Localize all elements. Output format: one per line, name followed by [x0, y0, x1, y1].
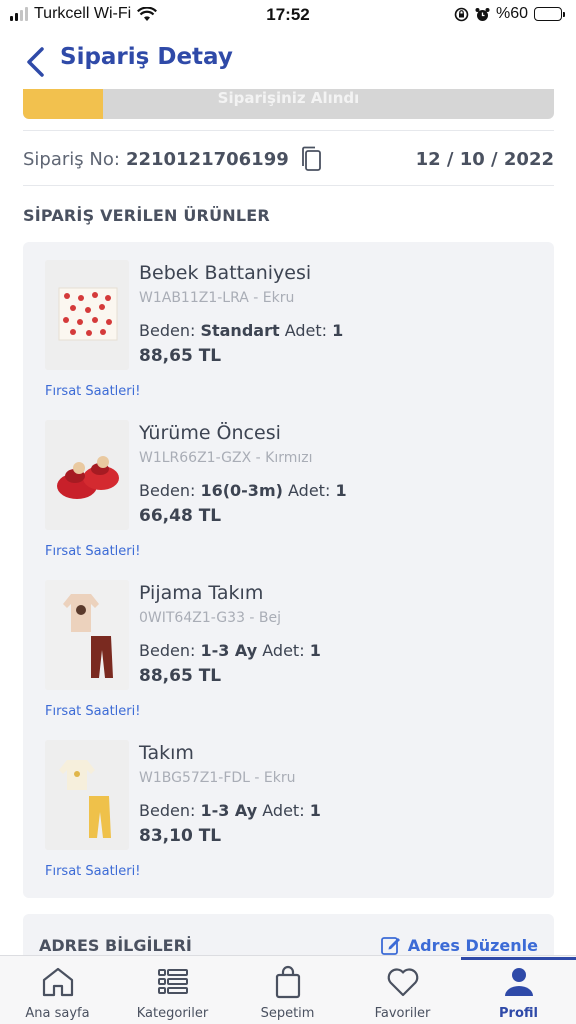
tab-label: Kategoriler: [136, 1006, 209, 1021]
tab-favorites[interactable]: Favoriler: [345, 964, 460, 1024]
size-value: 1-3 Ay: [200, 801, 258, 820]
strawberry-blanket-image[interactable]: [45, 260, 129, 370]
divider: [23, 130, 554, 131]
order-progress-bar: Siparişiniz Alındı: [23, 89, 554, 119]
product-name: Bebek Battaniyesi: [139, 262, 312, 284]
size-label: Beden:: [139, 641, 196, 660]
bag-icon: [275, 965, 300, 999]
back-chevron-icon[interactable]: [24, 46, 48, 78]
tab-label: Favoriler: [374, 1006, 431, 1021]
size-value: Standart: [200, 321, 280, 340]
list-icon: [157, 969, 188, 994]
size-label: Beden:: [139, 321, 196, 340]
qty-value: 1: [332, 321, 344, 340]
size-label: Beden:: [139, 481, 196, 500]
tab-label: Ana sayfa: [25, 1006, 90, 1021]
outfit-set-image[interactable]: [45, 740, 129, 850]
product-code: 0WIT64Z1-G33 - Bej: [139, 610, 282, 626]
qty-label: Adet:: [288, 481, 331, 500]
tab-home[interactable]: Ana sayfa: [0, 964, 115, 1024]
tab-cart[interactable]: Sepetim: [230, 964, 345, 1024]
product-size-qty: Beden: 16(0-3m) Adet: 1: [139, 481, 347, 500]
battery-icon: [534, 7, 565, 21]
products-card: Bebek Battaniyesi W1AB11Z1-LRA - Ekru Be…: [23, 242, 554, 898]
progress-label: Siparişiniz Alındı: [217, 89, 360, 107]
qty-value: 1: [309, 801, 321, 820]
status-bar: Turkcell Wi-Fi 17:52 %60: [0, 0, 576, 30]
divider: [23, 185, 554, 186]
red-baby-shoes-image[interactable]: [45, 420, 129, 530]
tab-label: Profil: [499, 1006, 538, 1021]
edit-icon: [380, 937, 400, 955]
person-icon: [504, 968, 533, 996]
size-value: 1-3 Ay: [200, 641, 258, 660]
qty-label: Adet:: [262, 801, 305, 820]
products-section-title: SİPARİŞ VERİLEN ÜRÜNLER: [23, 206, 270, 225]
edit-address-button[interactable]: Adres Düzenle: [380, 934, 538, 956]
order-info-row: Sipariş No: 2210121706199 12 / 10 / 2022: [23, 143, 554, 175]
product-name: Takım: [139, 742, 194, 764]
product-price: 66,48 TL: [139, 506, 222, 526]
qty-label: Adet:: [262, 641, 305, 660]
size-value: 16(0-3m): [200, 481, 283, 500]
home-icon: [42, 967, 73, 997]
deal-link[interactable]: Fırsat Saatleri!: [45, 864, 140, 879]
product-size-qty: Beden: 1-3 Ay Adet: 1: [139, 801, 321, 820]
product-code: W1LR66Z1-GZX - Kırmızı: [139, 450, 313, 466]
deal-link[interactable]: Fırsat Saatleri!: [45, 704, 140, 719]
product-item[interactable]: Yürüme Öncesi W1LR66Z1-GZX - Kırmızı Bed…: [23, 402, 554, 562]
qty-value: 1: [309, 641, 321, 660]
product-item[interactable]: Takım W1BG57Z1-FDL - Ekru Beden: 1-3 Ay …: [23, 722, 554, 882]
product-code: W1AB11Z1-LRA - Ekru: [139, 290, 295, 306]
tab-categories[interactable]: Kategoriler: [115, 964, 230, 1024]
deal-link[interactable]: Fırsat Saatleri!: [45, 544, 140, 559]
qty-label: Adet:: [284, 321, 328, 340]
product-item[interactable]: Bebek Battaniyesi W1AB11Z1-LRA - Ekru Be…: [23, 242, 554, 402]
alarm-icon: [475, 7, 490, 21]
product-name: Pijama Takım: [139, 582, 264, 604]
address-title: ADRES BİLGİLERİ: [39, 936, 192, 955]
page-title: Sipariş Detay: [60, 44, 233, 70]
product-size-qty: Beden: Standart Adet: 1: [139, 321, 343, 340]
product-item[interactable]: Pijama Takım 0WIT64Z1-G33 - Bej Beden: 1…: [23, 562, 554, 722]
edit-address-label: Adres Düzenle: [407, 935, 538, 955]
copy-icon[interactable]: [299, 145, 323, 173]
product-price: 83,10 TL: [139, 826, 222, 846]
tab-label: Sepetim: [260, 1006, 315, 1021]
product-code: W1BG57Z1-FDL - Ekru: [139, 770, 296, 786]
orientation-lock-icon: [454, 7, 469, 21]
active-tab-indicator: [461, 957, 576, 960]
product-name: Yürüme Öncesi: [139, 422, 281, 444]
deal-link[interactable]: Fırsat Saatleri!: [45, 384, 140, 399]
pajama-set-image[interactable]: [45, 580, 129, 690]
heart-icon: [387, 968, 418, 997]
order-no-value: 2210121706199: [125, 148, 289, 170]
product-price: 88,65 TL: [139, 666, 222, 686]
size-label: Beden:: [139, 801, 196, 820]
order-date: 12 / 10 / 2022: [415, 148, 554, 170]
nav-header: Sipariş Detay: [0, 36, 576, 88]
product-price: 88,65 TL: [139, 346, 222, 366]
status-right: %60: [454, 5, 565, 23]
tab-profile[interactable]: Profil: [461, 964, 576, 1024]
qty-value: 1: [335, 481, 347, 500]
tab-bar: Ana sayfa Kategoriler Sepetim Favoriler: [0, 955, 576, 1024]
order-no-label: Sipariş No:: [23, 148, 120, 170]
product-size-qty: Beden: 1-3 Ay Adet: 1: [139, 641, 321, 660]
battery-percent: %60: [495, 5, 528, 22]
